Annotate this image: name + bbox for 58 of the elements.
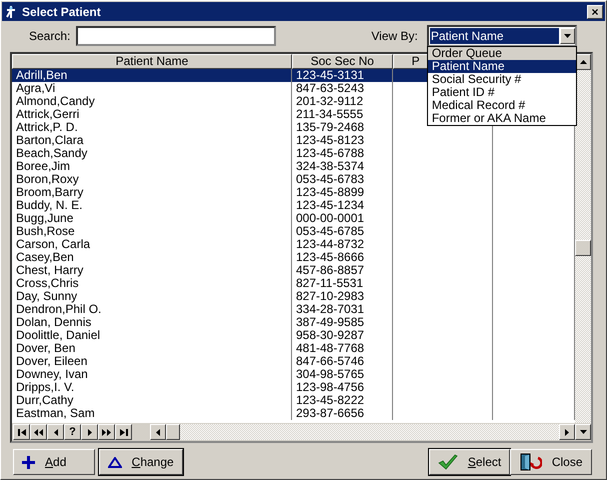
table-cell: 000-00-0001 xyxy=(292,212,393,225)
table-cell: Eastman, Sam xyxy=(12,407,292,420)
table-cell: Boree,Jim xyxy=(12,160,292,173)
table-cell: 457-86-8857 xyxy=(292,264,393,277)
table-cell: 827-10-2983 xyxy=(292,290,393,303)
table-cell: 053-45-6783 xyxy=(292,173,393,186)
table-cell: 847-63-5243 xyxy=(292,82,393,95)
table-cell: 053-45-6785 xyxy=(292,225,393,238)
table-cell: 334-28-7031 xyxy=(292,303,393,316)
table-cell: 211-34-5555 xyxy=(292,108,393,121)
table-cell: Downey, Ivan xyxy=(12,368,292,381)
table-cell: 827-11-5531 xyxy=(292,277,393,290)
table-cell: Dover, Ben xyxy=(12,342,292,355)
table-cell: Durr,Cathy xyxy=(12,394,292,407)
table-cell: 847-66-5746 xyxy=(292,355,393,368)
table-cell: Boron,Roxy xyxy=(12,173,292,186)
table-cell: 123-45-8222 xyxy=(292,394,393,407)
table-cell: 123-45-8666 xyxy=(292,251,393,264)
table-cell: 123-45-3131 xyxy=(292,69,393,82)
table-cell: 123-44-8732 xyxy=(292,238,393,251)
table-cell: 201-32-9112 xyxy=(292,95,393,108)
table-cell: 481-48-7768 xyxy=(292,342,393,355)
table-cell: Barton,Clara xyxy=(12,134,292,147)
table-cell: Attrick,Gerri xyxy=(12,108,292,121)
table-cell: Almond,Candy xyxy=(12,95,292,108)
table-cell: 304-98-5765 xyxy=(292,368,393,381)
table-cell: 123-98-4756 xyxy=(292,381,393,394)
table-cell: 293-87-6656 xyxy=(292,407,393,420)
table-cell: 123-45-8123 xyxy=(292,134,393,147)
table-cell: Beach,Sandy xyxy=(12,147,292,160)
table-cell: Bush,Rose xyxy=(12,225,292,238)
table-cell: Carson, Carla xyxy=(12,238,292,251)
view-by-label: View By: xyxy=(371,29,418,43)
table-cell: Attrick,P. D. xyxy=(12,121,292,134)
table-cell: 387-49-9585 xyxy=(292,316,393,329)
table-cell: 123-45-8899 xyxy=(292,186,393,199)
table-cell: Buddy, N. E. xyxy=(12,199,292,212)
table-cell: 123-45-1234 xyxy=(292,199,393,212)
search-label: Search: xyxy=(29,29,70,43)
table-cell: Broom,Barry xyxy=(12,186,292,199)
table-cell: 958-30-9287 xyxy=(292,329,393,342)
window-title: Select Patient xyxy=(22,4,102,18)
table-cell: Casey,Ben xyxy=(12,251,292,264)
table-cell: Agra,Vi xyxy=(12,82,292,95)
table-cell: Dover, Eileen xyxy=(12,355,292,368)
table-cell: Bugg,June xyxy=(12,212,292,225)
table-cell: Dripps,I. V. xyxy=(12,381,292,394)
table-cell: Doolittle, Daniel xyxy=(12,329,292,342)
table-cell: Adrill,Ben xyxy=(12,69,292,82)
table-cell: 135-79-2468 xyxy=(292,121,393,134)
table-cell: 123-45-6788 xyxy=(292,147,393,160)
table-cell: Dolan, Dennis xyxy=(12,316,292,329)
dropdown-value: Patient Name xyxy=(430,28,559,44)
table-cell: Cross,Chris xyxy=(12,277,292,290)
table-cell: Day, Sunny xyxy=(12,290,292,303)
table-cell: Dendron,Phil O. xyxy=(12,303,292,316)
table-cell: Chest, Harry xyxy=(12,264,292,277)
table-cell: 324-38-5374 xyxy=(292,160,393,173)
